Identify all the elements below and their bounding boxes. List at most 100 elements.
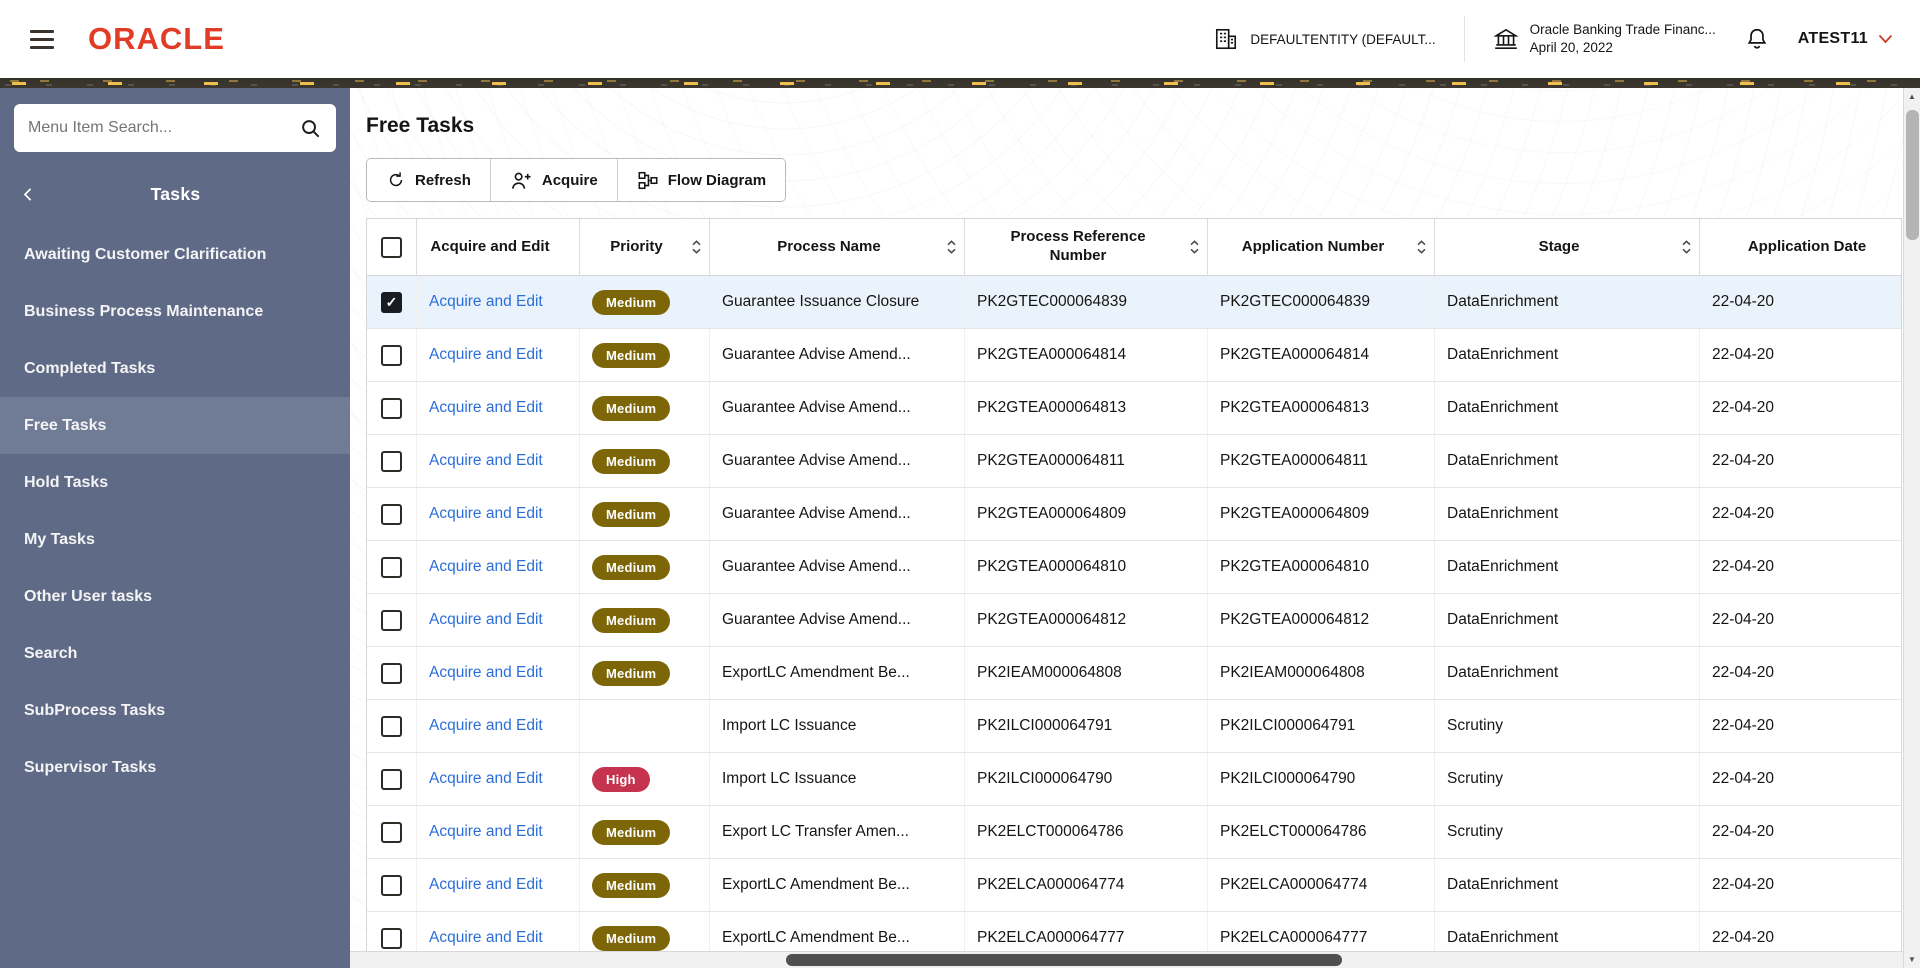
column-header-priority[interactable]: Priority bbox=[580, 219, 710, 275]
sidebar-item-business-process-maintenance[interactable]: Business Process Maintenance bbox=[0, 283, 350, 340]
column-header-app_no[interactable]: Application Number bbox=[1208, 219, 1435, 275]
row-checkbox[interactable] bbox=[381, 503, 402, 525]
vertical-scrollbar[interactable]: ▲ ▼ bbox=[1903, 88, 1920, 968]
row-checkbox[interactable] bbox=[381, 821, 402, 843]
priority-cell: Medium bbox=[580, 435, 710, 487]
app-no-cell: PK2GTEA000064814 bbox=[1208, 329, 1435, 381]
scroll-down-arrow[interactable]: ▼ bbox=[1904, 951, 1920, 968]
row-checkbox[interactable] bbox=[381, 450, 402, 472]
flow-diagram-button[interactable]: Flow Diagram bbox=[617, 159, 786, 201]
sort-icon[interactable] bbox=[1189, 239, 1200, 256]
sidebar-item-search[interactable]: Search bbox=[0, 625, 350, 682]
acquire-and-edit-link[interactable]: Acquire and Edit bbox=[429, 452, 543, 470]
horizontal-scrollbar-thumb[interactable] bbox=[786, 954, 1342, 966]
row-checkbox[interactable] bbox=[381, 397, 402, 419]
acquire-and-edit-link[interactable]: Acquire and Edit bbox=[429, 929, 543, 947]
sidebar-item-supervisor-tasks[interactable]: Supervisor Tasks bbox=[0, 739, 350, 796]
process-ref-cell: PK2GTEA000064814 bbox=[965, 329, 1208, 381]
entity-label: DEFAULTENTITY (DEFAULT... bbox=[1250, 31, 1436, 47]
row-select-cell bbox=[367, 594, 417, 646]
sidebar-item-free-tasks[interactable]: Free Tasks bbox=[0, 397, 350, 454]
sidebar-item-completed-tasks[interactable]: Completed Tasks bbox=[0, 340, 350, 397]
sidebar-item-my-tasks[interactable]: My Tasks bbox=[0, 511, 350, 568]
process-ref-cell: PK2GTEA000064813 bbox=[965, 382, 1208, 434]
header-divider bbox=[1463, 16, 1465, 62]
app-date-cell: 22-04-20 bbox=[1712, 505, 1775, 522]
acquire-and-edit-link[interactable]: Acquire and Edit bbox=[429, 876, 543, 894]
row-checkbox[interactable] bbox=[381, 556, 402, 578]
column-header-process_ref[interactable]: Process Reference Number bbox=[965, 219, 1208, 275]
row-checkbox[interactable] bbox=[381, 609, 402, 631]
app-no-cell: PK2GTEA000064810 bbox=[1208, 541, 1435, 593]
acquire-and-edit-cell: Acquire and Edit bbox=[417, 435, 580, 487]
sidebar-item-subprocess-tasks[interactable]: SubProcess Tasks bbox=[0, 682, 350, 739]
row-checkbox[interactable] bbox=[381, 715, 402, 737]
horizontal-scrollbar[interactable] bbox=[350, 951, 1903, 968]
sort-icon[interactable] bbox=[691, 239, 702, 256]
sidebar-item-other-user-tasks[interactable]: Other User tasks bbox=[0, 568, 350, 625]
priority-badge: Medium bbox=[592, 395, 671, 421]
back-chevron-icon[interactable] bbox=[20, 186, 37, 203]
search-icon[interactable] bbox=[299, 117, 322, 140]
acquire-and-edit-link[interactable]: Acquire and Edit bbox=[429, 611, 543, 629]
column-header-action: Acquire and Edit bbox=[417, 219, 580, 275]
row-checkbox[interactable] bbox=[381, 344, 402, 366]
priority-cell: Medium bbox=[580, 806, 710, 858]
acquire-and-edit-link[interactable]: Acquire and Edit bbox=[429, 346, 543, 364]
scroll-up-arrow[interactable]: ▲ bbox=[1904, 88, 1920, 105]
acquire-and-edit-cell: Acquire and Edit bbox=[417, 753, 580, 805]
sidebar-item-awaiting-customer-clarification[interactable]: Awaiting Customer Clarification bbox=[0, 226, 350, 283]
free-tasks-table: Acquire and Edit Priority Process Name Proc… bbox=[366, 218, 1902, 966]
sidebar-item-hold-tasks[interactable]: Hold Tasks bbox=[0, 454, 350, 511]
priority-cell: Medium bbox=[580, 276, 710, 328]
acquire-and-edit-link[interactable]: Acquire and Edit bbox=[429, 717, 543, 735]
priority-cell: Medium bbox=[580, 488, 710, 540]
vertical-scrollbar-thumb[interactable] bbox=[1906, 110, 1919, 240]
column-header-stage[interactable]: Stage bbox=[1435, 219, 1700, 275]
acquire-and-edit-link[interactable]: Acquire and Edit bbox=[429, 558, 543, 576]
row-checkbox[interactable] bbox=[381, 291, 402, 313]
acquire-and-edit-link[interactable]: Acquire and Edit bbox=[429, 399, 543, 417]
menu-search-input[interactable] bbox=[28, 119, 289, 137]
sort-icon[interactable] bbox=[946, 239, 957, 256]
user-menu[interactable]: ATEST11 bbox=[1798, 30, 1894, 48]
table-row: Acquire and Edit Medium Export LC Transfer… bbox=[367, 806, 1901, 859]
select-all-checkbox[interactable] bbox=[381, 236, 402, 258]
priority-cell: Medium bbox=[580, 382, 710, 434]
bank-date: April 20, 2022 bbox=[1529, 40, 1613, 55]
priority-badge: High bbox=[592, 766, 650, 792]
acquire-and-edit-link[interactable]: Acquire and Edit bbox=[429, 293, 543, 311]
priority-cell: High bbox=[580, 753, 710, 805]
app-date-cell: 22-04-20 bbox=[1712, 293, 1775, 310]
app-date-cell: 22-04-20 bbox=[1712, 452, 1775, 469]
app-date-cell: 22-04-20 bbox=[1712, 611, 1775, 628]
row-checkbox[interactable] bbox=[381, 874, 402, 896]
acquire-and-edit-link[interactable]: Acquire and Edit bbox=[429, 823, 543, 841]
acquire-and-edit-link[interactable]: Acquire and Edit bbox=[429, 664, 543, 682]
refresh-button[interactable]: Refresh bbox=[367, 159, 491, 201]
decorative-strip bbox=[0, 78, 1920, 88]
priority-cell: Medium bbox=[580, 541, 710, 593]
sort-icon[interactable] bbox=[1681, 239, 1692, 256]
branch-selector[interactable]: Oracle Banking Trade Financ... April 20,… bbox=[1492, 21, 1716, 57]
row-checkbox[interactable] bbox=[381, 768, 402, 790]
process-ref-cell: PK2GTEA000064810 bbox=[965, 541, 1208, 593]
column-header-process_name[interactable]: Process Name bbox=[710, 219, 965, 275]
process-name-cell: Import LC Issuance bbox=[710, 753, 965, 805]
stage-cell: DataEnrichment bbox=[1435, 594, 1700, 646]
acquire-and-edit-link[interactable]: Acquire and Edit bbox=[429, 505, 543, 523]
app-date-cell: 22-04-20 bbox=[1712, 399, 1775, 416]
stage-cell: DataEnrichment bbox=[1435, 276, 1700, 328]
row-checkbox[interactable] bbox=[381, 662, 402, 684]
sort-icon[interactable] bbox=[1416, 239, 1427, 256]
row-checkbox[interactable] bbox=[381, 927, 402, 949]
priority-badge: Medium bbox=[592, 554, 671, 580]
entity-selector[interactable]: DEFAULTENTITY (DEFAULT... bbox=[1213, 26, 1436, 52]
column-header-app_date[interactable]: Application Date bbox=[1700, 219, 1901, 275]
row-select-cell bbox=[367, 329, 417, 381]
acquire-and-edit-link[interactable]: Acquire and Edit bbox=[429, 770, 543, 788]
table-row: Acquire and Edit Medium Guarantee Advise A… bbox=[367, 488, 1901, 541]
notifications-bell-icon[interactable] bbox=[1744, 26, 1770, 52]
acquire-button[interactable]: Acquire bbox=[490, 159, 618, 201]
hamburger-menu-icon[interactable] bbox=[26, 26, 58, 53]
